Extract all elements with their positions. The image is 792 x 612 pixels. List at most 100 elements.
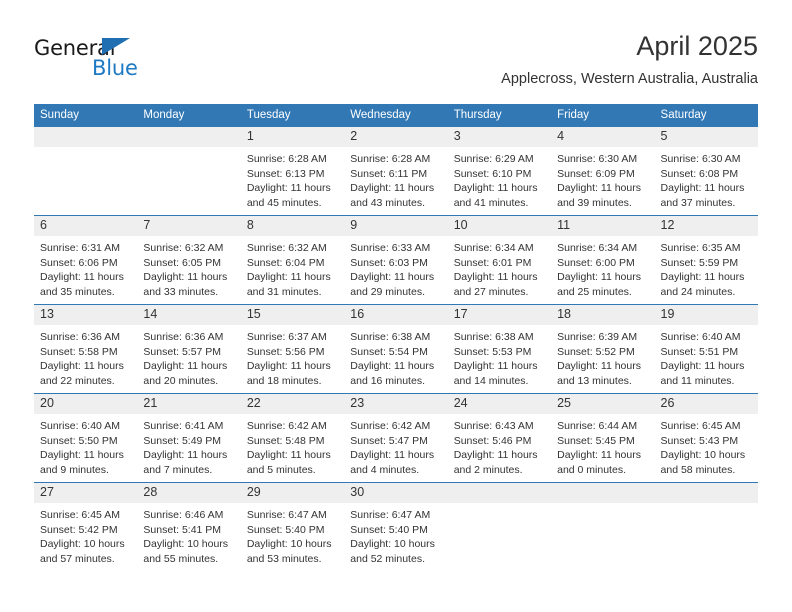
day-details: Sunrise: 6:39 AM Sunset: 5:52 PM Daylight:…	[551, 325, 654, 388]
day-detail-line: Daylight: 10 hours	[660, 449, 746, 461]
calendar-day-cell[interactable]: 7 Sunrise: 6:32 AM Sunset: 6:05 PM Daylight…	[137, 215, 241, 305]
calendar-day-cell[interactable]: 26 Sunrise: 6:45 AM Sunset: 5:43 PM Dayligh…	[654, 393, 758, 483]
day-number: 6	[34, 216, 138, 236]
calendar-empty-cell	[447, 482, 552, 571]
day-detail-line: and 5 minutes.	[246, 463, 316, 476]
calendar-day-cell[interactable]: 4 Sunrise: 6:30 AM Sunset: 6:09 PM Daylight…	[551, 127, 655, 216]
day-details: Sunrise: 6:31 AM Sunset: 6:06 PM Daylight:…	[34, 236, 137, 299]
calendar-day-cell[interactable]: 18 Sunrise: 6:39 AM Sunset: 5:52 PM Dayligh…	[551, 304, 655, 394]
day-detail-line: Sunset: 5:49 PM	[143, 434, 222, 447]
day-number: 19	[654, 305, 758, 325]
calendar-day-cell[interactable]: 25 Sunrise: 6:44 AM Sunset: 5:45 PM Dayligh…	[551, 393, 655, 483]
day-detail-line: Sunrise: 6:44 AM	[557, 420, 638, 432]
day-detail-line: Sunset: 5:43 PM	[660, 434, 739, 447]
calendar-day-cell[interactable]: 28 Sunrise: 6:46 AM Sunset: 5:41 PM Dayligh…	[137, 482, 241, 571]
day-detail-line: Sunset: 5:50 PM	[40, 434, 118, 447]
day-detail-line: Sunrise: 6:42 AM	[246, 420, 327, 432]
day-number: 7	[137, 216, 241, 236]
day-detail-line: Daylight: 11 hours	[143, 360, 228, 372]
day-detail-line: and 52 minutes.	[350, 552, 425, 565]
calendar-day-cell[interactable]: 8 Sunrise: 6:32 AM Sunset: 6:04 PM Daylight…	[240, 215, 345, 305]
day-detail-line: Sunrise: 6:47 AM	[246, 509, 327, 521]
day-detail-line: Daylight: 11 hours	[557, 360, 641, 372]
calendar-day-cell[interactable]: 10 Sunrise: 6:34 AM Sunset: 6:01 PM Dayligh…	[447, 215, 552, 305]
day-detail-line: Daylight: 11 hours	[350, 182, 435, 194]
day-detail-line: Sunset: 6:05 PM	[143, 256, 222, 269]
day-detail-line: and 24 minutes.	[660, 285, 736, 298]
weekday-header-sunday: Sunday	[34, 104, 138, 127]
day-detail-line: Daylight: 11 hours	[453, 449, 538, 461]
day-detail-line: Sunset: 5:56 PM	[246, 345, 325, 358]
day-number: 21	[137, 394, 241, 414]
calendar-day-cell[interactable]: 29 Sunrise: 6:47 AM Sunset: 5:40 PM Dayligh…	[240, 482, 345, 571]
calendar-day-cell[interactable]: 27 Sunrise: 6:45 AM Sunset: 5:42 PM Dayligh…	[34, 482, 138, 571]
day-detail-line: Sunset: 5:47 PM	[350, 434, 428, 447]
day-detail-line: and 43 minutes.	[350, 196, 425, 209]
day-detail-line: and 22 minutes.	[40, 374, 115, 387]
calendar-day-cell[interactable]: 12 Sunrise: 6:35 AM Sunset: 5:59 PM Dayligh…	[654, 215, 758, 305]
day-detail-line: Daylight: 11 hours	[246, 182, 331, 194]
calendar-day-cell[interactable]: 24 Sunrise: 6:43 AM Sunset: 5:46 PM Dayligh…	[447, 393, 552, 483]
calendar-day-cell[interactable]: 15 Sunrise: 6:37 AM Sunset: 5:56 PM Dayligh…	[240, 304, 345, 394]
day-number: 2	[344, 127, 448, 147]
calendar-day-cell[interactable]: 3 Sunrise: 6:29 AM Sunset: 6:10 PM Daylight…	[447, 127, 552, 216]
calendar-day-cell[interactable]: 9 Sunrise: 6:33 AM Sunset: 6:03 PM Daylight…	[344, 215, 448, 305]
day-detail-line: and 13 minutes.	[557, 374, 632, 387]
day-details	[551, 503, 654, 508]
day-detail-line: Sunrise: 6:38 AM	[350, 331, 431, 343]
day-detail-line: Daylight: 10 hours	[350, 538, 435, 550]
day-details: Sunrise: 6:46 AM Sunset: 5:41 PM Daylight:…	[137, 503, 240, 566]
day-detail-line: and 39 minutes.	[557, 196, 632, 209]
day-detail-line: Daylight: 10 hours	[40, 538, 125, 550]
day-detail-line: Sunset: 6:13 PM	[246, 167, 325, 180]
calendar-day-cell[interactable]: 13 Sunrise: 6:36 AM Sunset: 5:58 PM Dayligh…	[34, 304, 138, 394]
day-number: 30	[344, 483, 448, 503]
calendar-day-cell[interactable]: 22 Sunrise: 6:42 AM Sunset: 5:48 PM Dayligh…	[240, 393, 345, 483]
day-detail-line: and 7 minutes.	[143, 463, 213, 476]
calendar-day-cell[interactable]: 5 Sunrise: 6:30 AM Sunset: 6:08 PM Daylight…	[654, 127, 758, 216]
calendar-day-cell[interactable]: 17 Sunrise: 6:38 AM Sunset: 5:53 PM Dayligh…	[447, 304, 552, 394]
day-details: Sunrise: 6:44 AM Sunset: 5:45 PM Daylight:…	[551, 414, 654, 477]
day-number: 13	[34, 305, 138, 325]
calendar-week-row: 13 Sunrise: 6:36 AM Sunset: 5:58 PM Dayligh…	[34, 304, 758, 394]
day-detail-line: Sunrise: 6:40 AM	[40, 420, 120, 432]
calendar-day-cell[interactable]: 20 Sunrise: 6:40 AM Sunset: 5:50 PM Dayligh…	[34, 393, 138, 483]
weekday-header-saturday: Saturday	[654, 104, 758, 127]
day-details	[448, 503, 551, 508]
day-detail-line: Daylight: 11 hours	[557, 449, 641, 461]
day-detail-line: and 58 minutes.	[660, 463, 736, 476]
day-detail-line: Sunset: 6:10 PM	[453, 167, 532, 180]
calendar-day-cell[interactable]: 23 Sunrise: 6:42 AM Sunset: 5:47 PM Dayligh…	[344, 393, 448, 483]
calendar-day-cell[interactable]: 21 Sunrise: 6:41 AM Sunset: 5:49 PM Dayligh…	[137, 393, 241, 483]
brand-logo[interactable]: General Blue	[34, 36, 214, 86]
day-detail-line: Daylight: 11 hours	[246, 449, 331, 461]
day-detail-line: and 9 minutes.	[40, 463, 109, 476]
day-details: Sunrise: 6:30 AM Sunset: 6:09 PM Daylight:…	[551, 147, 654, 210]
day-details: Sunrise: 6:36 AM Sunset: 5:57 PM Daylight:…	[137, 325, 240, 388]
day-detail-line: and 31 minutes.	[246, 285, 322, 298]
day-detail-line: and 0 minutes.	[557, 463, 626, 476]
page-subtitle: Applecross, Western Australia, Australia	[501, 71, 758, 87]
calendar-day-cell[interactable]: 11 Sunrise: 6:34 AM Sunset: 6:00 PM Dayligh…	[551, 215, 655, 305]
day-number: 26	[654, 394, 758, 414]
day-detail-line: and 18 minutes.	[246, 374, 322, 387]
title-block: April 2025 Applecross, Western Australia…	[501, 30, 758, 88]
day-detail-line: Daylight: 11 hours	[40, 449, 124, 461]
day-details	[34, 147, 137, 152]
day-detail-line: Sunrise: 6:45 AM	[660, 420, 741, 432]
calendar-day-cell[interactable]: 1 Sunrise: 6:28 AM Sunset: 6:13 PM Daylight…	[240, 127, 345, 216]
day-detail-line: Daylight: 11 hours	[350, 449, 435, 461]
calendar-day-cell[interactable]: 16 Sunrise: 6:38 AM Sunset: 5:54 PM Dayligh…	[344, 304, 448, 394]
day-detail-line: Sunrise: 6:32 AM	[143, 242, 224, 254]
day-detail-line: Sunset: 6:06 PM	[40, 256, 118, 269]
weekday-header-tuesday: Tuesday	[240, 104, 345, 127]
calendar-day-cell[interactable]: 30 Sunrise: 6:47 AM Sunset: 5:40 PM Dayligh…	[344, 482, 448, 571]
calendar-day-cell[interactable]: 2 Sunrise: 6:28 AM Sunset: 6:11 PM Daylight…	[344, 127, 448, 216]
calendar-header-row: Sunday Monday Tuesday Wednesday Thursday Frid…	[34, 104, 758, 127]
calendar-day-cell[interactable]: 19 Sunrise: 6:40 AM Sunset: 5:51 PM Dayligh…	[654, 304, 758, 394]
calendar-day-cell[interactable]: 6 Sunrise: 6:31 AM Sunset: 6:06 PM Daylight…	[34, 215, 138, 305]
day-number: 25	[551, 394, 655, 414]
day-detail-line: and 29 minutes.	[350, 285, 425, 298]
day-detail-line: Sunrise: 6:43 AM	[453, 420, 534, 432]
calendar-day-cell[interactable]: 14 Sunrise: 6:36 AM Sunset: 5:57 PM Dayligh…	[137, 304, 241, 394]
